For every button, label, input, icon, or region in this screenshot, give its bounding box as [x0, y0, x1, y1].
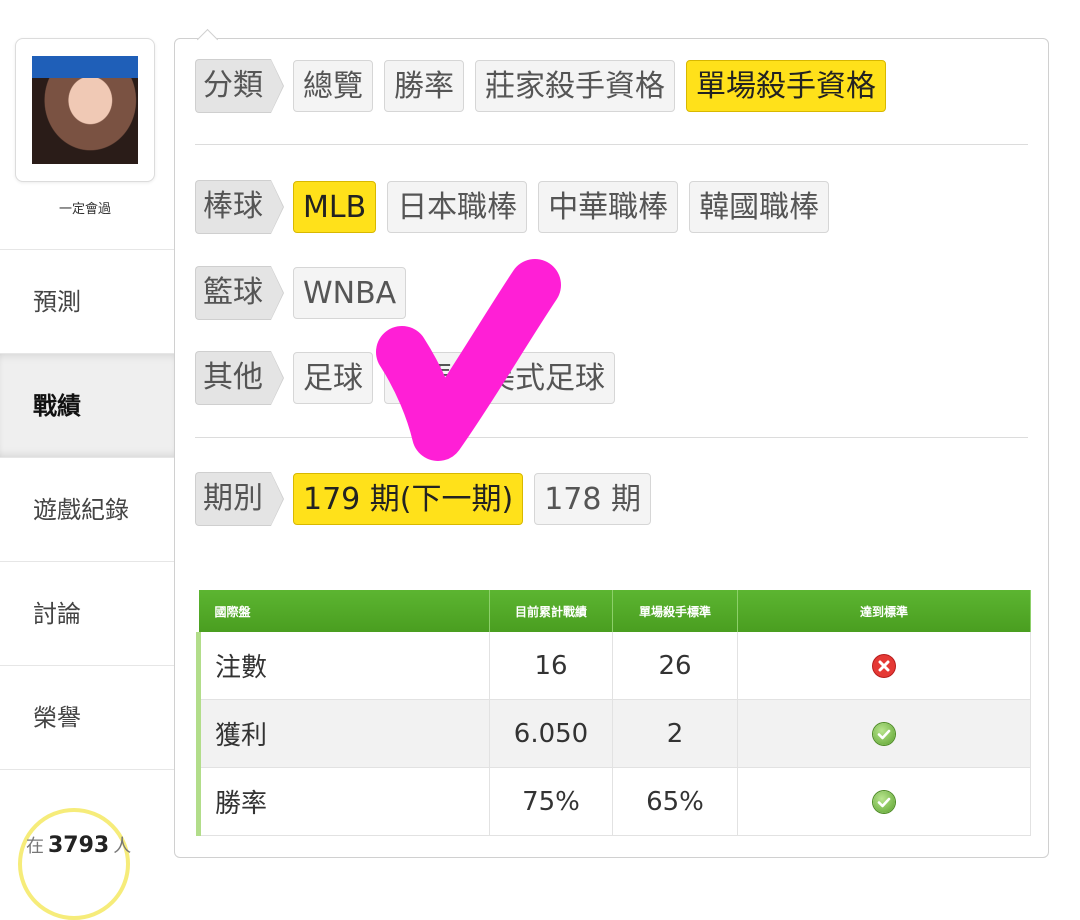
table-header-market: 國際盤: [198, 590, 490, 632]
sidebar-item-discussion[interactable]: 討論: [0, 561, 175, 665]
basketball-filter-row: 籃球 WNBA: [195, 266, 417, 320]
table-header-met: 達到標準: [737, 590, 1031, 632]
avatar[interactable]: [32, 56, 138, 164]
sidebar-item-record[interactable]: 戰績: [0, 353, 175, 457]
qualification-table: 國際盤 目前累計戰績 單場殺手標準 達到標準 注數 16 26 獲利 6.050…: [196, 590, 1031, 836]
username[interactable]: 一定會過: [0, 198, 170, 217]
sidebar-item-game-log[interactable]: 遊戲紀錄: [0, 457, 175, 561]
table-header-standard: 單場殺手標準: [612, 590, 738, 632]
baseball-filter-row: 棒球 MLB 日本職棒 中華職棒 韓國職棒: [195, 180, 840, 234]
row-name: 獲利: [196, 699, 490, 768]
category-filter-row: 分類 總覽 勝率 莊家殺手資格 單場殺手資格: [195, 59, 897, 113]
league-option-npb[interactable]: 日本職棒: [387, 181, 528, 233]
row-current: 16: [489, 632, 613, 700]
other-label: 其他: [195, 351, 284, 405]
period-label: 期別: [195, 472, 284, 526]
row-standard: 65%: [612, 767, 738, 836]
divider: [195, 437, 1028, 438]
row-met: [737, 632, 1031, 700]
category-option-single-killer[interactable]: 單場殺手資格: [686, 60, 886, 112]
row-current: 6.050: [489, 699, 613, 768]
row-met: [737, 699, 1031, 768]
x-circle-icon: [873, 655, 895, 677]
league-option-mlb[interactable]: MLB: [293, 181, 377, 233]
score-badge-value: 在 3793 人: [26, 832, 131, 858]
category-option-overview[interactable]: 總覽: [293, 60, 373, 112]
category-label: 分類: [195, 59, 284, 113]
period-option-178[interactable]: 178 期: [534, 473, 652, 525]
badge-suffix: 人: [113, 836, 132, 857]
league-option-wnba[interactable]: WNBA: [293, 267, 407, 319]
row-name: 勝率: [196, 767, 490, 836]
sidebar: 一定會過 預測 戰績 遊戲紀錄 討論 榮譽 在 3793 人: [0, 0, 175, 920]
score-badge: [18, 808, 130, 920]
table-header-current: 目前累計戰績: [489, 590, 613, 632]
baseball-label: 棒球: [195, 180, 284, 234]
row-standard: 2: [612, 699, 738, 768]
period-filter-row: 期別 179 期(下一期) 178 期: [195, 472, 662, 526]
other-filter-row: 其他 足球 賽馬 美式足球: [195, 351, 626, 405]
check-circle-icon: [873, 791, 895, 813]
row-current: 75%: [489, 767, 613, 836]
sport-option-horse-racing[interactable]: 賽馬: [384, 352, 464, 404]
league-option-cpbl[interactable]: 中華職棒: [538, 181, 679, 233]
table-row: 獲利 6.050 2: [196, 699, 1031, 768]
category-option-banker-killer[interactable]: 莊家殺手資格: [475, 60, 675, 112]
league-option-kbo[interactable]: 韓國職棒: [689, 181, 830, 233]
row-standard: 26: [612, 632, 738, 700]
table-row: 注數 16 26: [196, 632, 1031, 700]
sidebar-item-honor[interactable]: 榮譽: [0, 665, 175, 769]
row-name: 注數: [196, 632, 490, 700]
divider: [195, 144, 1028, 145]
period-option-179[interactable]: 179 期(下一期): [293, 473, 524, 525]
check-circle-icon: [873, 723, 895, 745]
sidebar-item-predict[interactable]: 預測: [0, 249, 175, 353]
table-row: 勝率 75% 65%: [196, 767, 1031, 836]
badge-prefix: 在: [26, 836, 44, 857]
basketball-label: 籃球: [195, 266, 284, 320]
sport-option-american-football[interactable]: 美式足球: [475, 352, 615, 404]
category-option-win-rate[interactable]: 勝率: [384, 60, 464, 112]
row-met: [737, 767, 1031, 836]
avatar-card[interactable]: [15, 38, 155, 182]
table-header-row: 國際盤 目前累計戰績 單場殺手標準 達到標準: [198, 590, 1031, 632]
badge-number: 3793: [48, 833, 110, 858]
sport-option-soccer[interactable]: 足球: [293, 352, 373, 404]
